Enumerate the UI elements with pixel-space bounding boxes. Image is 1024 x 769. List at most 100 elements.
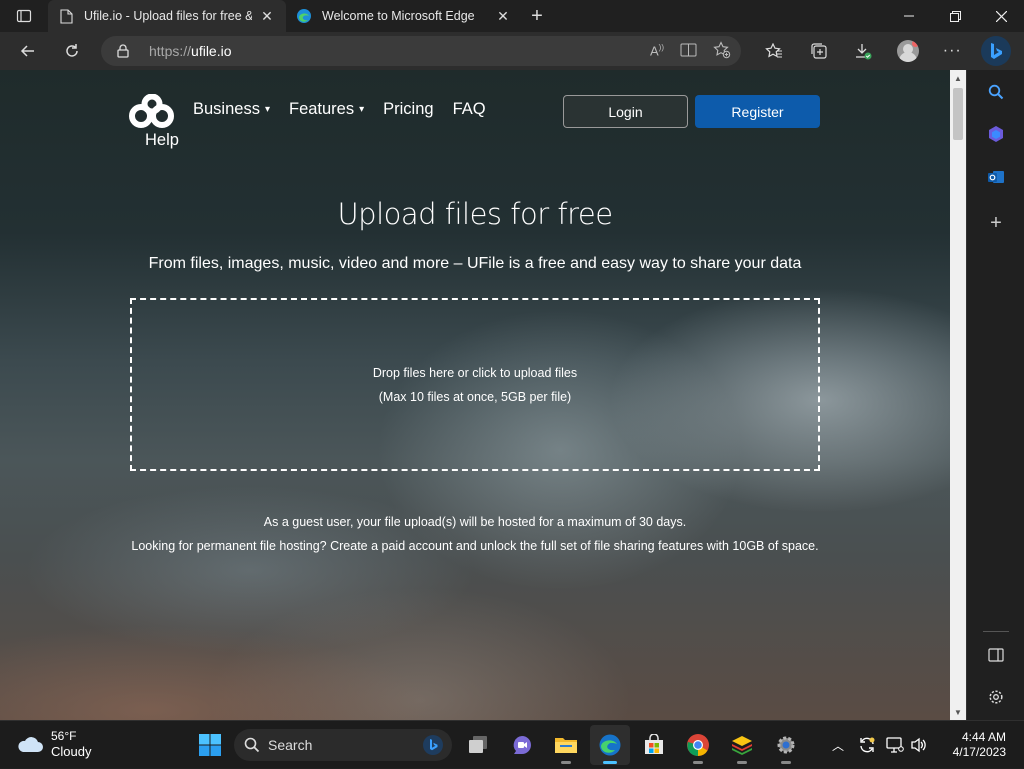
- close-tab-icon[interactable]: ✕: [258, 7, 276, 25]
- back-button[interactable]: [8, 32, 48, 70]
- minimize-button[interactable]: [886, 0, 932, 32]
- nav-features[interactable]: Features ▾: [289, 100, 364, 119]
- tab-title: Welcome to Microsoft Edge: [322, 9, 475, 23]
- file-explorer-button[interactable]: [546, 725, 586, 765]
- nav-features-label: Features: [288, 100, 355, 118]
- sync-icon: [860, 737, 875, 753]
- favorites-icon: [765, 43, 783, 58]
- network-button[interactable]: [883, 721, 907, 769]
- chrome-icon: [687, 734, 709, 756]
- ufile-logo[interactable]: [128, 93, 176, 130]
- store-icon: [645, 734, 663, 754]
- avatar: [896, 40, 919, 62]
- scroll-down-arrow-icon[interactable]: ▼: [950, 704, 966, 720]
- microsoft-store-button[interactable]: [634, 725, 674, 765]
- close-tab-icon[interactable]: ✕: [494, 7, 512, 25]
- nav-business[interactable]: Business ▾: [193, 100, 270, 119]
- taskbar: 56°F Cloudy Search ︿ 4:44 AM 4/17/2023: [0, 720, 1024, 768]
- address-bar[interactable]: https://ufile.io A)): [101, 36, 741, 66]
- search-sidebar-button[interactable]: [982, 78, 1010, 106]
- network-icon: [886, 737, 904, 753]
- address-bar-actions: A)): [650, 36, 731, 66]
- collections-icon: [811, 43, 827, 59]
- nav-help[interactable]: Help: [145, 131, 179, 150]
- clock-time: 4:44 AM: [961, 730, 1006, 744]
- dropzone-instruction: Drop files here or click to upload files: [372, 365, 578, 380]
- file-dropzone[interactable]: Drop files here or click to upload files…: [130, 298, 820, 471]
- settings-app-button[interactable]: [766, 725, 806, 765]
- running-indicator: [737, 761, 747, 764]
- tab-actions-button[interactable]: [0, 0, 48, 32]
- downloads-button[interactable]: [841, 32, 886, 70]
- bluestacks-button[interactable]: [722, 725, 762, 765]
- nav-faq[interactable]: FAQ: [453, 100, 486, 119]
- download-icon: [856, 44, 872, 60]
- paid-account-text: Looking for permanent file hosting? Crea…: [131, 539, 819, 553]
- immersive-reader-icon[interactable]: [680, 43, 697, 60]
- url-host: ufile.io: [191, 43, 232, 59]
- plus-icon: +: [531, 4, 543, 27]
- page-icon: [58, 8, 74, 24]
- restore-button[interactable]: [932, 0, 978, 32]
- login-button[interactable]: Login: [563, 95, 688, 128]
- cloud-icon: [18, 737, 43, 752]
- back-arrow-icon: [20, 45, 34, 57]
- folder-icon: [555, 738, 577, 753]
- customize-sidebar-button[interactable]: [982, 683, 1010, 711]
- lock-icon: [117, 44, 133, 58]
- shopping-sidebar-button[interactable]: [982, 120, 1010, 148]
- favorites-button[interactable]: [752, 32, 797, 70]
- chevron-down-icon: ▾: [359, 104, 365, 115]
- taskbar-apps: Search: [190, 725, 810, 765]
- clock[interactable]: 4:44 AM 4/17/2023: [953, 730, 1006, 760]
- url-scheme: https://: [149, 43, 192, 59]
- search-icon: [988, 84, 1004, 100]
- outlook-sidebar-button[interactable]: [982, 163, 1010, 191]
- start-button[interactable]: [190, 725, 230, 765]
- tab-ufile[interactable]: Ufile.io - Upload files for free & s ✕: [48, 0, 286, 32]
- more-icon: ···: [942, 42, 962, 59]
- close-icon: [995, 10, 1007, 22]
- volume-button[interactable]: [907, 721, 931, 769]
- edge-icon: [599, 734, 621, 756]
- profile-button[interactable]: [886, 32, 931, 70]
- chevron-down-icon: ▾: [264, 104, 270, 115]
- weather-condition: Cloudy: [51, 744, 92, 759]
- read-aloud-icon[interactable]: A)): [650, 43, 664, 58]
- search-label: Search: [268, 737, 313, 753]
- register-button[interactable]: Register: [695, 95, 820, 128]
- tab-strip: Ufile.io - Upload files for free & s ✕ W…: [0, 0, 1024, 32]
- task-view-button[interactable]: [458, 725, 498, 765]
- page-title: Upload files for free: [337, 197, 613, 231]
- sync-status-button[interactable]: [851, 721, 883, 769]
- collections-button[interactable]: [797, 32, 842, 70]
- bing-icon: [422, 734, 444, 759]
- bing-chat-button[interactable]: [981, 36, 1011, 66]
- close-window-button[interactable]: [978, 0, 1024, 32]
- settings-more-button[interactable]: ···: [930, 32, 975, 70]
- add-favorite-icon[interactable]: [713, 40, 731, 62]
- nav-pricing[interactable]: Pricing: [383, 100, 433, 119]
- running-indicator: [561, 761, 571, 764]
- refresh-button[interactable]: [52, 32, 92, 70]
- new-tab-button[interactable]: +: [522, 0, 552, 32]
- windows-icon: [199, 734, 221, 756]
- weather-widget[interactable]: 56°F Cloudy: [16, 729, 91, 759]
- nav-business-label: Business: [193, 100, 260, 118]
- copilot-icon: [989, 126, 1003, 142]
- page-scrollbar[interactable]: ▲ ▼: [950, 70, 966, 720]
- guest-retention-text: As a guest user, your file upload(s) wil…: [263, 515, 687, 529]
- taskbar-search[interactable]: Search: [234, 729, 452, 761]
- bluestacks-icon: [732, 736, 752, 755]
- browser-toolbar: https://ufile.io A)) ···: [0, 32, 1024, 70]
- teams-chat-button[interactable]: [502, 725, 542, 765]
- hide-sidebar-button[interactable]: [982, 641, 1010, 669]
- scrollbar-thumb[interactable]: [953, 88, 963, 140]
- edge-taskbar-button[interactable]: [590, 725, 630, 765]
- scroll-up-arrow-icon[interactable]: ▲: [950, 70, 966, 86]
- refresh-icon: [66, 44, 78, 57]
- chrome-button[interactable]: [678, 725, 718, 765]
- show-hidden-icons-button[interactable]: ︿: [825, 721, 851, 769]
- add-sidebar-app-button[interactable]: +: [982, 209, 1010, 237]
- tab-welcome-edge[interactable]: Welcome to Microsoft Edge ✕: [286, 0, 522, 32]
